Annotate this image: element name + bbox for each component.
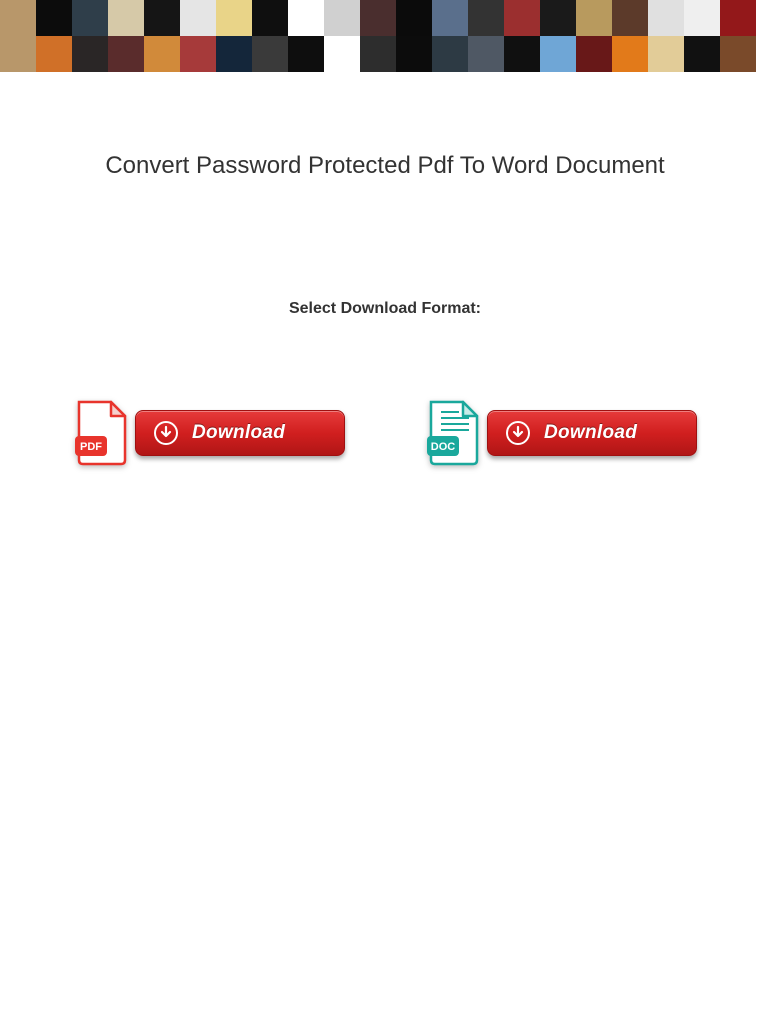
download-doc-button[interactable]: Download [487, 410, 697, 456]
banner-tile [180, 0, 216, 36]
banner-tile [252, 36, 288, 72]
banner-tile [144, 0, 180, 36]
banner-tile [108, 0, 144, 36]
doc-download-group: DOC Download [425, 398, 697, 468]
banner-tile [684, 36, 720, 72]
banner-tile [396, 36, 432, 72]
doc-file-icon: DOC [425, 398, 481, 468]
banner-tile [504, 36, 540, 72]
banner-tile [576, 36, 612, 72]
banner-tile [432, 0, 468, 36]
download-row: PDF Download [40, 398, 730, 468]
banner-tile [252, 0, 288, 36]
banner-tile [360, 36, 396, 72]
banner-tile [216, 0, 252, 36]
banner-tile [432, 36, 468, 72]
banner-tile [396, 0, 432, 36]
format-subtitle: Select Download Format: [40, 300, 730, 318]
banner-tile [288, 0, 324, 36]
page-title: Convert Password Protected Pdf To Word D… [40, 152, 730, 180]
banner-tile [216, 36, 252, 72]
download-doc-label: Download [544, 422, 637, 444]
banner-tile [648, 36, 684, 72]
banner-tile [720, 36, 756, 72]
banner-tile [288, 36, 324, 72]
banner-tile [72, 36, 108, 72]
doc-icon-label: DOC [431, 441, 456, 453]
pdf-download-group: PDF Download [73, 398, 345, 468]
banner-tile [72, 0, 108, 36]
banner-tile [684, 0, 720, 36]
banner-tile [0, 36, 36, 72]
banner-tile [504, 0, 540, 36]
banner-tile [648, 0, 684, 36]
banner-tile [720, 0, 756, 36]
pdf-icon-label: PDF [80, 441, 102, 453]
banner-tile [180, 36, 216, 72]
banner-tile [108, 36, 144, 72]
banner-tile [540, 0, 576, 36]
banner-tile [144, 36, 180, 72]
banner-tile [36, 36, 72, 72]
banner-tile [612, 0, 648, 36]
banner-tile [468, 36, 504, 72]
banner-tile [0, 0, 36, 36]
banner-tile [612, 36, 648, 72]
top-banner [0, 0, 770, 72]
download-pdf-button[interactable]: Download [135, 410, 345, 456]
banner-tile [324, 0, 360, 36]
banner-tile [36, 0, 72, 36]
banner-tile [468, 0, 504, 36]
banner-tile [360, 0, 396, 36]
pdf-file-icon: PDF [73, 398, 129, 468]
banner-tile [540, 36, 576, 72]
download-arrow-icon [506, 421, 530, 445]
content-area: Convert Password Protected Pdf To Word D… [0, 72, 770, 468]
download-pdf-label: Download [192, 422, 285, 444]
download-arrow-icon [154, 421, 178, 445]
banner-tile [324, 36, 360, 72]
banner-tile [576, 0, 612, 36]
